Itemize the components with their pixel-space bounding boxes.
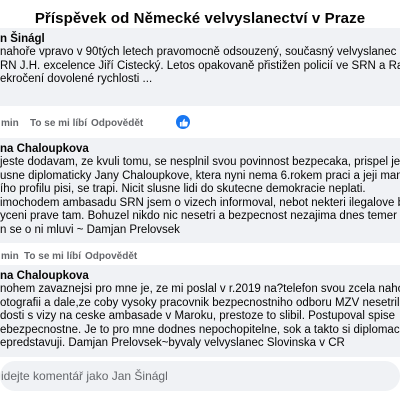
comment-author[interactable]: na Chaloupkova (0, 142, 400, 156)
comment-timestamp[interactable]: min (1, 118, 19, 129)
comment-text-line: imochodem ambasadu SRN jsem o vizech inf… (0, 196, 400, 209)
reply-button[interactable]: Odpovědět (91, 118, 143, 129)
comment-input[interactable]: idejte komentář jako Jan Šinágl (0, 361, 400, 391)
like-reaction-icon (176, 115, 190, 129)
comment-text-line: nahoře vpravo v 90tých letech pravomocně… (0, 46, 400, 58)
comment-author[interactable]: n Šinágl (0, 32, 400, 46)
comment-input-placeholder: idejte komentář jako Jan Šinágl (1, 369, 168, 383)
comment-text-line: yceni prave tam. Bohuzel nikdo nic neset… (0, 210, 400, 223)
comment-text-line: ebezpecnostne. Je to pro mne dodnes nepo… (0, 323, 400, 336)
reply-button[interactable]: Odpovědět (85, 251, 137, 262)
comment-bubble: na Chaloupkova jeste dodavam, ze kvuli t… (0, 138, 400, 243)
comment-author[interactable]: na Chaloupkova (0, 269, 400, 283)
comment-text-line: nohem zavaznejsi pro mne je, ze mi posla… (0, 283, 400, 295)
comment-text-line: ekročení dovolené rychlosti ... (0, 73, 153, 86)
comment-text-line: n se o ni mluvi ~ Damjan Prelovsek (0, 223, 180, 236)
comment-text-line: RN J.H. excelence Jiří Čistecký. Letos o… (0, 59, 400, 72)
comment-text-line: ího profilu pisi, se trapi. Nicit slusne… (0, 183, 366, 196)
comment-text-line: epredstavuji. Damjan Prelovsek~byvaly ve… (0, 337, 345, 350)
comment-bubble: na Chaloupkova nohem zavaznejsi pro mne … (0, 265, 400, 357)
comment-bubble: n Šinágl nahoře vpravo v 90tých letech p… (0, 28, 400, 106)
comment-text-line: jeste dodavam, ze kvuli tomu, se nesplni… (0, 156, 400, 168)
comment-text-line: otografii a dale,ze coby vysoky pracovni… (0, 296, 400, 309)
comment-timestamp[interactable]: min (1, 251, 19, 262)
like-button[interactable]: To se mi líbí (30, 118, 87, 129)
page-title: Příspěvek od Německé velvyslanectví v Pr… (34, 10, 366, 27)
comment-text-line: usne diplomaticky Jany Chaloupkove, kter… (0, 169, 400, 182)
comment-text-line: dosti s vizy na ceske ambasade v Maroku,… (0, 310, 396, 323)
thumbs-up-icon (179, 118, 188, 127)
like-button[interactable]: To se mi líbí (24, 251, 81, 262)
